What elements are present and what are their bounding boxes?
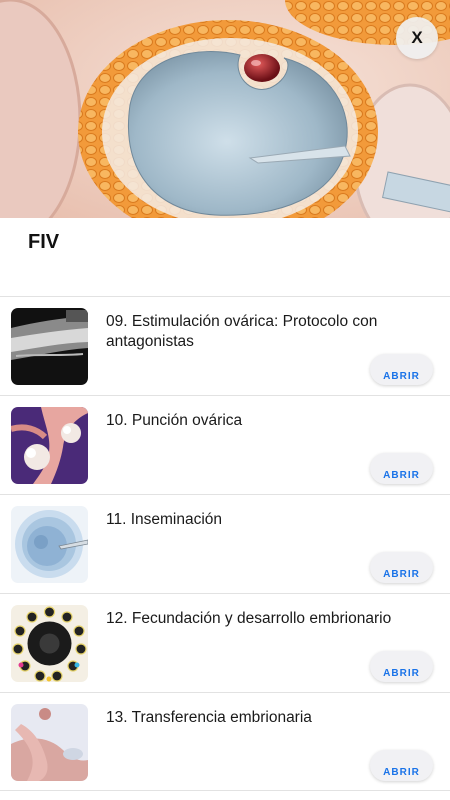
item-title: 12. Fecundación y desarrollo embrionario bbox=[106, 610, 392, 627]
hero-illustration bbox=[0, 0, 450, 218]
open-button[interactable]: ABRIR bbox=[370, 453, 433, 484]
embryo-development-thumbnail bbox=[11, 605, 88, 682]
list-item[interactable]: 13. Transferencia embrionaria ABRIR bbox=[0, 692, 450, 791]
ultrasound-thumbnail bbox=[11, 308, 88, 385]
page-title: FIV bbox=[28, 231, 60, 253]
list-item[interactable]: 12. Fecundación y desarrollo embrionario… bbox=[0, 593, 450, 692]
item-title: 13. Transferencia embrionaria bbox=[106, 709, 312, 726]
list-item[interactable]: 11. Inseminación ABRIR bbox=[0, 494, 450, 593]
video-list: 09. Estimulación ovárica: Protocolo con … bbox=[0, 296, 450, 791]
open-button[interactable]: ABRIR bbox=[370, 651, 433, 682]
open-button[interactable]: ABRIR bbox=[370, 750, 433, 781]
close-button[interactable]: X bbox=[396, 17, 438, 59]
open-button[interactable]: ABRIR bbox=[370, 552, 433, 583]
oocyte-injection-illustration bbox=[0, 0, 450, 218]
list-item[interactable]: 09. Estimulación ovárica: Protocolo con … bbox=[0, 296, 450, 395]
ovary-thumbnail bbox=[11, 407, 88, 484]
item-title: 11. Inseminación bbox=[106, 511, 223, 528]
uterus-thumbnail bbox=[11, 704, 88, 781]
close-icon: X bbox=[411, 28, 423, 47]
item-title: 10. Punción ovárica bbox=[106, 412, 243, 429]
list-item[interactable]: 10. Punción ovárica ABRIR bbox=[0, 395, 450, 494]
item-title: 09. Estimulación ovárica: Protocolo con … bbox=[106, 313, 378, 350]
open-button[interactable]: ABRIR bbox=[370, 354, 433, 385]
injection-thumbnail bbox=[11, 506, 88, 583]
